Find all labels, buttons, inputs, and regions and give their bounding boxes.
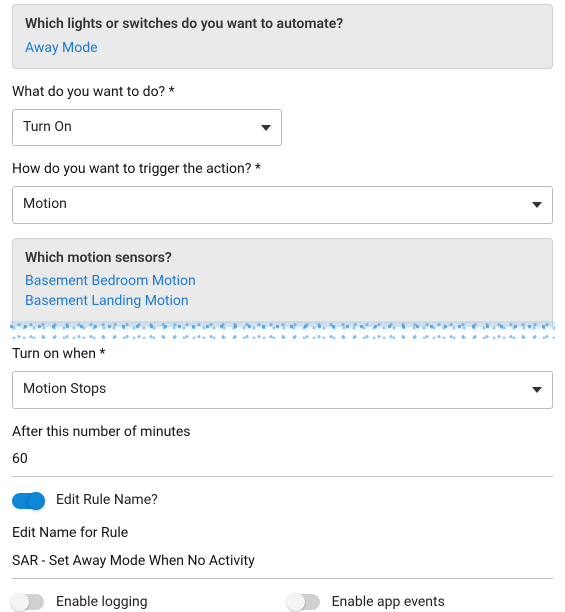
enable-app-events-row: Enable app events <box>288 593 445 612</box>
turn-on-when-select[interactable]: Motion Stops <box>12 371 553 409</box>
enable-logging-toggle[interactable] <box>12 594 44 610</box>
minutes-input[interactable]: 60 <box>12 446 553 477</box>
lights-panel: Which lights or switches do you want to … <box>12 4 553 69</box>
motion-panel-title: Which motion sensors? <box>25 249 540 269</box>
lights-selected-link[interactable]: Away Mode <box>25 39 540 59</box>
bottom-toggle-row: Enable logging Enable app events <box>12 593 553 612</box>
torn-edge-decoration <box>10 321 555 339</box>
motion-panel-wrap: Which motion sensors? Basement Bedroom M… <box>12 238 553 340</box>
minutes-value: 60 <box>12 451 28 467</box>
lights-panel-title: Which lights or switches do you want to … <box>25 15 540 35</box>
action-select[interactable]: Turn On <box>12 109 282 147</box>
trigger-select[interactable]: Motion <box>12 186 553 224</box>
rule-name-label: Edit Name for Rule <box>12 524 553 544</box>
motion-sensor-link-1[interactable]: Basement Landing Motion <box>25 292 540 312</box>
edit-name-toggle-row: Edit Rule Name? <box>12 491 553 511</box>
trigger-label: How do you want to trigger the action? * <box>12 160 553 180</box>
turn-on-when-label: Turn on when * <box>12 345 553 365</box>
edit-name-toggle-label: Edit Rule Name? <box>56 491 158 511</box>
trigger-select-value: Motion <box>23 195 67 215</box>
caret-down-icon <box>532 202 542 208</box>
minutes-label: After this number of minutes <box>12 423 553 443</box>
rule-name-value: SAR - Set Away Mode When No Activity <box>12 553 255 569</box>
action-label: What do you want to do? * <box>12 83 553 103</box>
action-select-value: Turn On <box>23 118 72 138</box>
enable-logging-label: Enable logging <box>56 593 148 612</box>
enable-app-events-label: Enable app events <box>332 593 445 612</box>
edit-name-toggle[interactable] <box>12 493 44 509</box>
motion-panel: Which motion sensors? Basement Bedroom M… <box>12 238 553 328</box>
enable-app-events-toggle[interactable] <box>288 594 320 610</box>
turn-on-when-value: Motion Stops <box>23 380 106 400</box>
caret-down-icon <box>532 387 542 393</box>
enable-logging-row: Enable logging <box>12 593 148 612</box>
caret-down-icon <box>261 125 271 131</box>
rule-name-input[interactable]: SAR - Set Away Mode When No Activity <box>12 548 553 579</box>
motion-sensor-link-0[interactable]: Basement Bedroom Motion <box>25 272 540 292</box>
